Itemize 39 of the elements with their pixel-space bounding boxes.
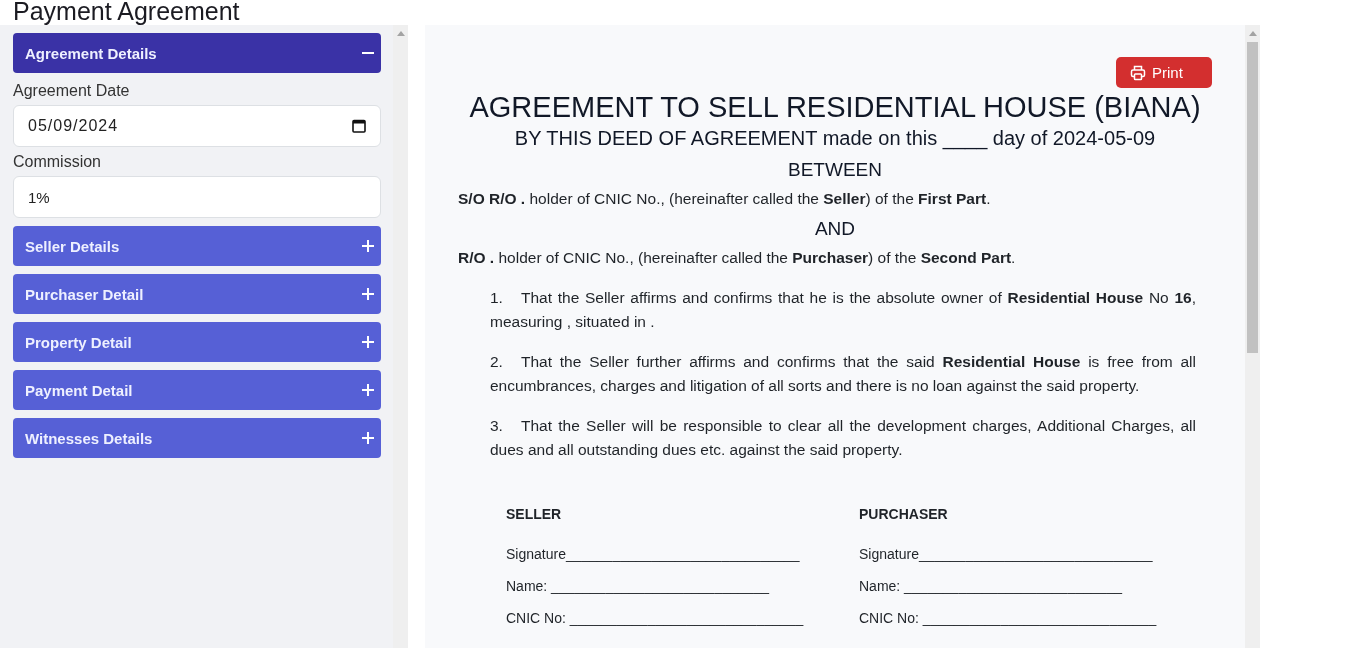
signature-line: Name: ____________________________ (506, 577, 771, 596)
field-label: Commission (13, 152, 102, 172)
signature-line: CNIC No: ______________________________ (506, 609, 805, 628)
clause-paragraph: 2. That the Seller further affirms and confirms that the said Residential House is free from all encumbrances, charges and litigation of all sorts and there is no loan against the said property. (490, 352, 1196, 396)
signature-line: CNIC No: ______________________________ (859, 609, 1158, 628)
print-button[interactable]: Print (1116, 57, 1212, 88)
section-header[interactable]: Witnesses Details (13, 418, 381, 458)
text-field[interactable]: 1% (13, 176, 381, 218)
signature-line: Name: ____________________________ (859, 577, 1124, 596)
plus-icon (362, 336, 374, 348)
section-heading: BETWEEN (787, 158, 883, 182)
scroll-up-arrow-icon[interactable] (396, 31, 405, 36)
party-paragraph: R/O . holder of CNIC No., (hereinafter called the Purchaser) of the Second Part. (458, 248, 1017, 268)
section-header[interactable]: Payment Detail (13, 370, 381, 410)
signature-line: Signature______________________________ (859, 545, 1154, 564)
section-header[interactable]: Property Detail (13, 322, 381, 362)
plus-icon (362, 288, 374, 300)
plus-icon (362, 384, 374, 396)
signature-line: Signature______________________________ (506, 545, 801, 564)
field-label: Agreement Date (13, 81, 131, 101)
section-header[interactable]: Agreement Details (13, 33, 381, 73)
printer-icon (1130, 64, 1146, 81)
clause-paragraph: 3. That the Seller will be responsible to clear all the development charges, Additional Charges, all dues and all outstanding dues etc. against the said property. (490, 416, 1196, 460)
document-title: AGREEMENT TO SELL RESIDENTIAL HOUSE (BIANA) (468, 90, 1202, 124)
calendar-icon[interactable] (352, 119, 366, 133)
plus-icon (362, 240, 374, 252)
document-subtitle: BY THIS DEED OF AGREEMENT made on this ____ day of 2024-05-09 (513, 126, 1157, 152)
date-field[interactable]: 05/09/2024 (13, 105, 381, 147)
plus-icon (362, 432, 374, 444)
clause-paragraph: 1. That the Seller affirms and confirms that he is the absolute owner of Residential House No 16, measuring , situated in . (490, 288, 1196, 332)
page-title: Payment Agreement (12, 0, 241, 25)
section-header[interactable]: Seller Details (13, 226, 381, 266)
scrollbar-thumb[interactable] (1247, 42, 1258, 353)
signature-heading: PURCHASER (859, 505, 949, 524)
signature-heading: SELLER (506, 505, 563, 524)
section-heading: AND (813, 217, 857, 241)
party-paragraph: S/O R/O . holder of CNIC No., (hereinafter called the Seller) of the First Part. (458, 189, 992, 209)
section-header[interactable]: Purchaser Detail (13, 274, 381, 314)
scroll-up-arrow-icon[interactable] (1248, 31, 1257, 36)
